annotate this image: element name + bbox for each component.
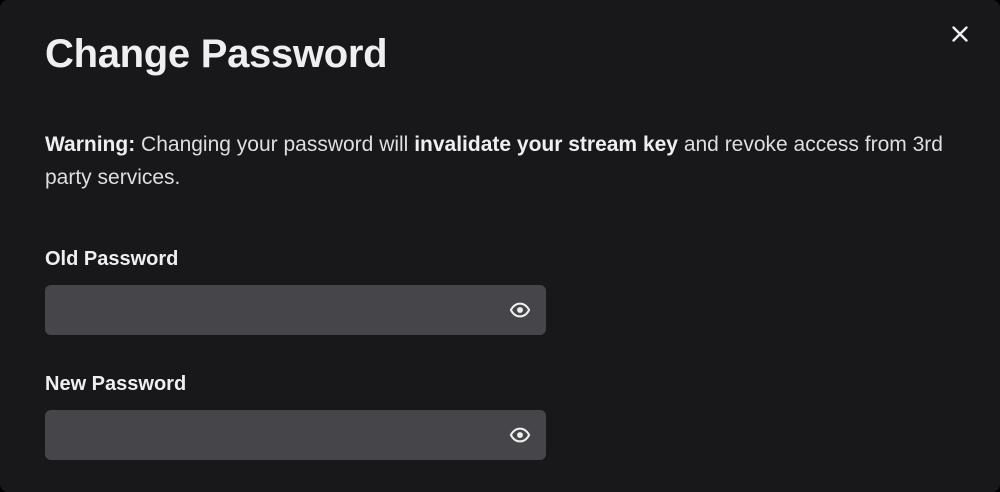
eye-icon <box>509 427 531 443</box>
change-password-dialog: Change Password Warning: Changing your p… <box>0 0 1000 492</box>
eye-icon <box>509 302 531 318</box>
old-password-field <box>45 285 546 335</box>
new-password-field <box>45 410 546 460</box>
close-icon <box>952 26 968 42</box>
warning-message: Warning: Changing your password will inv… <box>45 128 945 194</box>
warning-lead: Warning: <box>45 133 136 156</box>
close-button[interactable] <box>946 20 974 48</box>
old-password-input[interactable] <box>45 285 495 335</box>
new-password-visibility-toggle[interactable] <box>507 422 533 448</box>
old-password-visibility-toggle[interactable] <box>507 297 533 323</box>
warning-text-1: Changing your password will <box>135 133 415 156</box>
new-password-input[interactable] <box>45 410 495 460</box>
warning-emphasis: invalidate your stream key <box>414 133 678 156</box>
old-password-label: Old Password <box>45 248 179 270</box>
new-password-label: New Password <box>45 373 187 395</box>
dialog-title: Change Password <box>45 32 388 76</box>
